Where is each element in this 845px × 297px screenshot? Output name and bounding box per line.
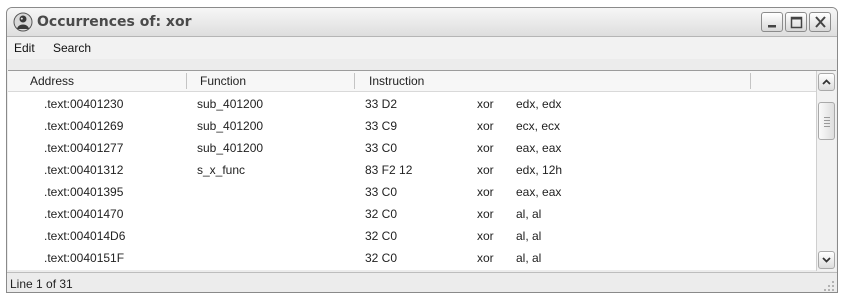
bytes-cell: 33 C9 — [365, 119, 398, 133]
close-button[interactable] — [809, 12, 831, 32]
operands-cell: eax, eax — [516, 141, 562, 155]
mnemonic-cell: xor — [477, 229, 494, 243]
mnemonic-cell: xor — [477, 185, 494, 199]
status-text: Line 1 of 31 — [10, 277, 73, 291]
title-bar[interactable]: Occurrences of: xor — [7, 8, 837, 37]
scroll-up-button[interactable] — [818, 73, 835, 91]
ida-person-icon — [13, 12, 33, 32]
chevron-up-icon — [822, 79, 831, 85]
table-row[interactable]: .text:00401269 sub_401200 33 C9 xor ecx,… — [8, 115, 816, 137]
function-cell: s_x_func — [197, 163, 246, 177]
address-cell: .text:00401312 — [44, 163, 124, 177]
function-cell: sub_401200 — [197, 97, 264, 111]
mnemonic-cell: xor — [477, 119, 494, 133]
table-row[interactable]: .text:00401395 33 C0 xor eax, eax — [8, 181, 816, 203]
address-cell: .text:00401470 — [44, 207, 124, 221]
function-cell: sub_401200 — [197, 119, 264, 133]
column-divider[interactable] — [354, 73, 355, 89]
operands-cell: al, al — [516, 251, 542, 265]
address-cell: .text:004014D6 — [44, 229, 126, 243]
status-bar: Line 1 of 31 — [7, 272, 837, 292]
operands-cell: al, al — [516, 229, 542, 243]
table-row[interactable]: .text:00401230 sub_401200 33 D2 xor edx,… — [8, 93, 816, 115]
operands-cell: edx, 12h — [516, 163, 563, 177]
operands-cell: eax, eax — [516, 185, 562, 199]
address-cell: .text:00401395 — [44, 185, 124, 199]
address-cell: .text:0040151F — [44, 251, 125, 265]
address-cell: .text:00401277 — [44, 141, 124, 155]
menu-bar: Edit Search — [7, 37, 837, 59]
maximize-button[interactable] — [785, 12, 807, 32]
vertical-scrollbar[interactable] — [816, 71, 836, 271]
bytes-cell: 33 D2 — [365, 97, 398, 111]
function-cell: sub_401200 — [197, 141, 264, 155]
mnemonic-cell: xor — [477, 251, 494, 265]
scroll-down-button[interactable] — [818, 251, 835, 269]
resize-grip-icon[interactable] — [823, 280, 835, 292]
operands-cell: edx, edx — [516, 97, 562, 111]
column-divider[interactable] — [750, 73, 751, 89]
occurrences-window: Occurrences of: xor Edit Search Address … — [6, 7, 838, 293]
list-rows: .text:00401230 sub_401200 33 D2 xor edx,… — [8, 93, 816, 269]
table-row[interactable]: .text:00401312 s_x_func 83 F2 12 xor edx… — [8, 159, 816, 181]
bytes-cell: 33 C0 — [365, 141, 398, 155]
address-cell: .text:00401269 — [44, 119, 124, 133]
table-row[interactable]: .text:00401470 32 C0 xor al, al — [8, 203, 816, 225]
window-title: Occurrences of: xor — [37, 14, 192, 30]
bytes-cell: 83 F2 12 — [365, 163, 413, 177]
column-divider[interactable] — [186, 73, 187, 89]
chevron-down-icon — [822, 257, 831, 263]
scrollbar-thumb[interactable] — [818, 102, 835, 140]
minimize-icon — [768, 25, 776, 28]
grip-line — [824, 126, 830, 127]
table-row[interactable]: .text:00401277 sub_401200 33 C0 xor eax,… — [8, 137, 816, 159]
address-cell: .text:00401230 — [44, 97, 124, 111]
table-row[interactable]: .text:004014D6 32 C0 xor al, al — [8, 225, 816, 247]
grip-line — [824, 123, 830, 124]
occurrences-list: Address Function Instruction .text:00401… — [8, 70, 836, 271]
grip-line — [824, 120, 830, 121]
bytes-cell: 32 C0 — [365, 207, 398, 221]
column-header-address[interactable]: Address — [30, 74, 74, 88]
bytes-cell: 32 C0 — [365, 229, 398, 243]
bytes-cell: 32 C0 — [365, 251, 398, 265]
mnemonic-cell: xor — [477, 163, 494, 177]
menu-search[interactable]: Search — [53, 41, 91, 55]
column-header-function[interactable]: Function — [200, 74, 246, 88]
column-header-instruction[interactable]: Instruction — [369, 74, 424, 88]
mnemonic-cell: xor — [477, 97, 494, 111]
maximize-icon — [790, 16, 803, 29]
close-icon — [815, 16, 826, 28]
mnemonic-cell: xor — [477, 207, 494, 221]
minimize-button[interactable] — [761, 12, 783, 32]
menu-edit[interactable]: Edit — [14, 41, 35, 55]
list-header: Address Function Instruction — [8, 71, 816, 92]
operands-cell: ecx, ecx — [516, 119, 561, 133]
bytes-cell: 33 C0 — [365, 185, 398, 199]
operands-cell: al, al — [516, 207, 542, 221]
mnemonic-cell: xor — [477, 141, 494, 155]
grip-line — [824, 117, 830, 118]
table-row[interactable]: .text:0040151F 32 C0 xor al, al — [8, 247, 816, 269]
